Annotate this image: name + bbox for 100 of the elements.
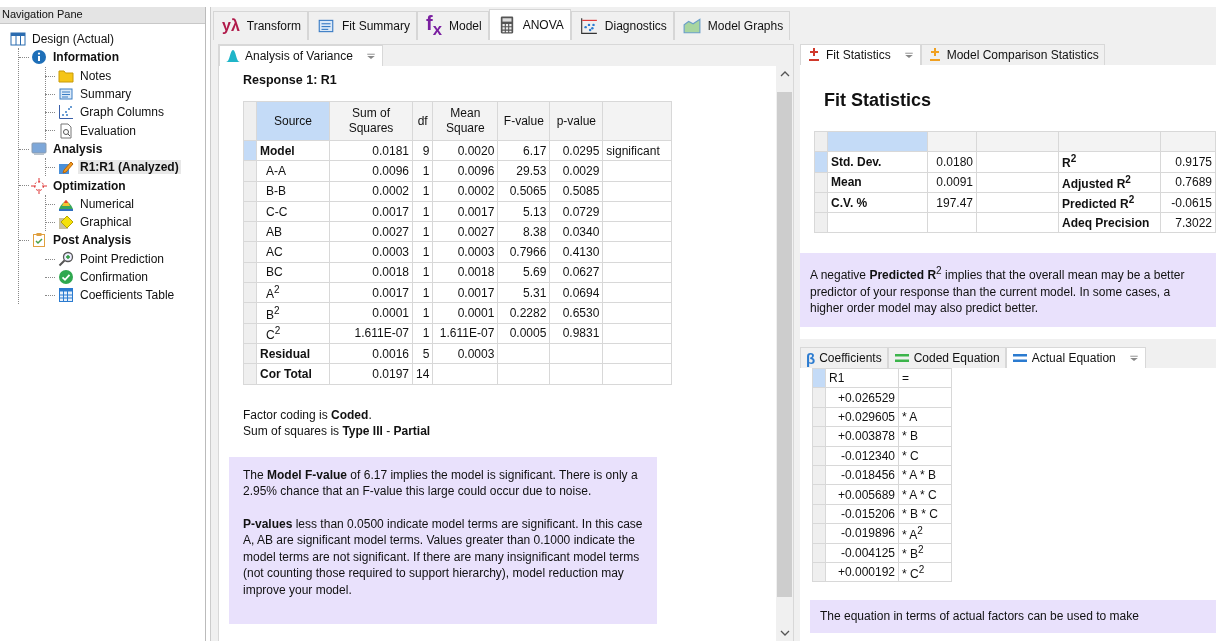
- table-cell: 1: [422, 285, 430, 300]
- tab[interactable]: ANOVA: [488, 9, 571, 40]
- table-cell: 1: [422, 184, 430, 199]
- table-cell: 8.38: [523, 224, 547, 239]
- tab[interactable]: Fit Summary: [308, 11, 418, 40]
- remark-text: The Model F-value of 6.17 implies the model is significant. There is only a 2.95% chance that an F-value this large could occur due to noise.: [243, 466, 639, 500]
- table-cell: 0.0001: [372, 306, 409, 320]
- tab[interactable]: Coded Equation: [887, 347, 1006, 368]
- tree-item[interactable]: Analysis: [51, 141, 105, 156]
- table-cell: 0.0002: [372, 184, 409, 199]
- tree-item[interactable]: Summary: [78, 87, 134, 102]
- table-cell: 5.31: [523, 285, 547, 300]
- folder-icon: [58, 67, 74, 84]
- tab[interactable]: β Coefficients: [800, 347, 888, 368]
- tab[interactable]: f$_{x}$ Model: [417, 11, 489, 40]
- table-cell: 0.0018: [372, 265, 409, 280]
- table-cell: Std. Dev.: [831, 154, 882, 169]
- diamond-icon: [58, 214, 74, 231]
- table-cell: 1: [422, 163, 430, 178]
- table-cell: 0.0096: [372, 163, 409, 178]
- table-cell: 0.0180: [936, 154, 973, 169]
- column-header[interactable]: [602, 101, 672, 141]
- tree-item[interactable]: Graphical: [78, 215, 134, 230]
- table-cell: * A: [902, 409, 918, 424]
- column-header[interactable]: p-value: [549, 101, 603, 141]
- table-cell: +0.003878: [837, 429, 895, 444]
- table-cell: 0.0016: [372, 346, 409, 361]
- table-cell: 0.4130: [562, 245, 600, 260]
- table-cell: 0.0091: [936, 175, 973, 190]
- table-cell: 0.6530: [562, 306, 600, 320]
- table-cell: 197.47: [936, 195, 973, 210]
- table-cell: 0.0096: [457, 163, 495, 178]
- table-cell: 0.0005: [509, 326, 547, 341]
- table-cell: 0.0027: [457, 224, 495, 239]
- row-header[interactable]: [812, 368, 826, 388]
- table-cell: 9: [422, 143, 430, 158]
- table-cell: * C: [902, 448, 919, 463]
- table-cell: 6.17: [523, 143, 547, 158]
- table-cell: 0.5085: [562, 184, 600, 199]
- table-cell: 0.0001: [457, 306, 495, 320]
- table-cell: Cor Total: [260, 366, 312, 381]
- tab[interactable]: Diagnostics: [570, 11, 674, 40]
- table-cell: A-A: [266, 163, 286, 178]
- table-cell: +0.000192: [837, 565, 895, 580]
- column-header[interactable]: F-value: [497, 101, 550, 141]
- table-cell: 0.0627: [562, 265, 600, 280]
- tree-item[interactable]: Optimization: [51, 178, 128, 193]
- tab[interactable]: Actual Equation: [1005, 347, 1146, 368]
- table-cell: +0.026529: [837, 390, 895, 405]
- tree-item[interactable]: Evaluation: [78, 123, 139, 138]
- column-header[interactable]: Sum of Squares: [329, 101, 413, 141]
- table-icon: [58, 287, 74, 304]
- tab-icon: β: [806, 349, 816, 367]
- tab[interactable]: Model Comparison Statistics: [920, 44, 1105, 65]
- table-cell: 1: [422, 265, 430, 280]
- tree-item[interactable]: Coefficients Table: [78, 288, 177, 303]
- table-cell: 0.0017: [372, 285, 409, 300]
- table-cell: AC: [266, 245, 283, 260]
- scatter-chart-icon: [579, 17, 598, 35]
- table-cell: 0.0017: [372, 204, 409, 219]
- table-cell: 0.0694: [562, 285, 600, 300]
- table-cell: * A$^{2}$: [902, 527, 923, 542]
- table-cell: A$^{2}$: [266, 287, 280, 302]
- scatter-chart-icon: [58, 104, 74, 121]
- table-cell: +0.005689: [837, 487, 895, 502]
- tree-item[interactable]: Graph Columns: [78, 105, 167, 120]
- table-cell: 0.0027: [372, 224, 409, 239]
- tree-item[interactable]: R1:R1 (Analyzed): [78, 160, 181, 175]
- tree-item[interactable]: Information: [51, 50, 121, 65]
- table-cell: * B: [902, 429, 918, 444]
- table-cell: AB: [266, 224, 282, 239]
- table-cell: C.V. %: [831, 195, 868, 210]
- tab[interactable]: Fit Statistics: [800, 44, 921, 65]
- tab[interactable]: Model Graphs: [673, 11, 791, 40]
- tree-item[interactable]: Notes: [78, 68, 114, 83]
- tree-item[interactable]: Point Prediction: [78, 251, 167, 266]
- document-icon: [317, 17, 336, 35]
- table-cell: 0.0003: [457, 245, 495, 260]
- column-header[interactable]: Source: [256, 101, 330, 141]
- column-header[interactable]: Mean Square: [432, 101, 498, 141]
- magnifier-plus-icon: [58, 250, 74, 267]
- table-cell: 0.5065: [509, 184, 547, 199]
- table-cell: B-B: [266, 184, 286, 199]
- pencil-icon: [58, 159, 74, 176]
- table-cell: 0.0295: [562, 143, 600, 158]
- tree-item[interactable]: Numerical: [78, 196, 136, 211]
- table-cell: 0.0020: [457, 143, 495, 158]
- table-cell: 1: [422, 204, 430, 219]
- table-cell: 0.7966: [509, 245, 547, 260]
- table-cell: -0.0615: [1171, 195, 1212, 210]
- scrollbar[interactable]: [776, 66, 793, 641]
- table-cell: -0.015206: [840, 506, 895, 521]
- column-header[interactable]: df: [412, 101, 433, 141]
- tree-item[interactable]: Post Analysis: [51, 233, 134, 248]
- tree-item[interactable]: Design (Actual): [30, 32, 117, 47]
- tree-item[interactable]: Confirmation: [78, 270, 151, 284]
- column-header[interactable]: [827, 131, 928, 152]
- tab[interactable]: Analysis of Variance: [219, 45, 383, 66]
- table-cell: +0.029605: [837, 409, 895, 424]
- tab[interactable]: yλ Transform: [213, 11, 309, 40]
